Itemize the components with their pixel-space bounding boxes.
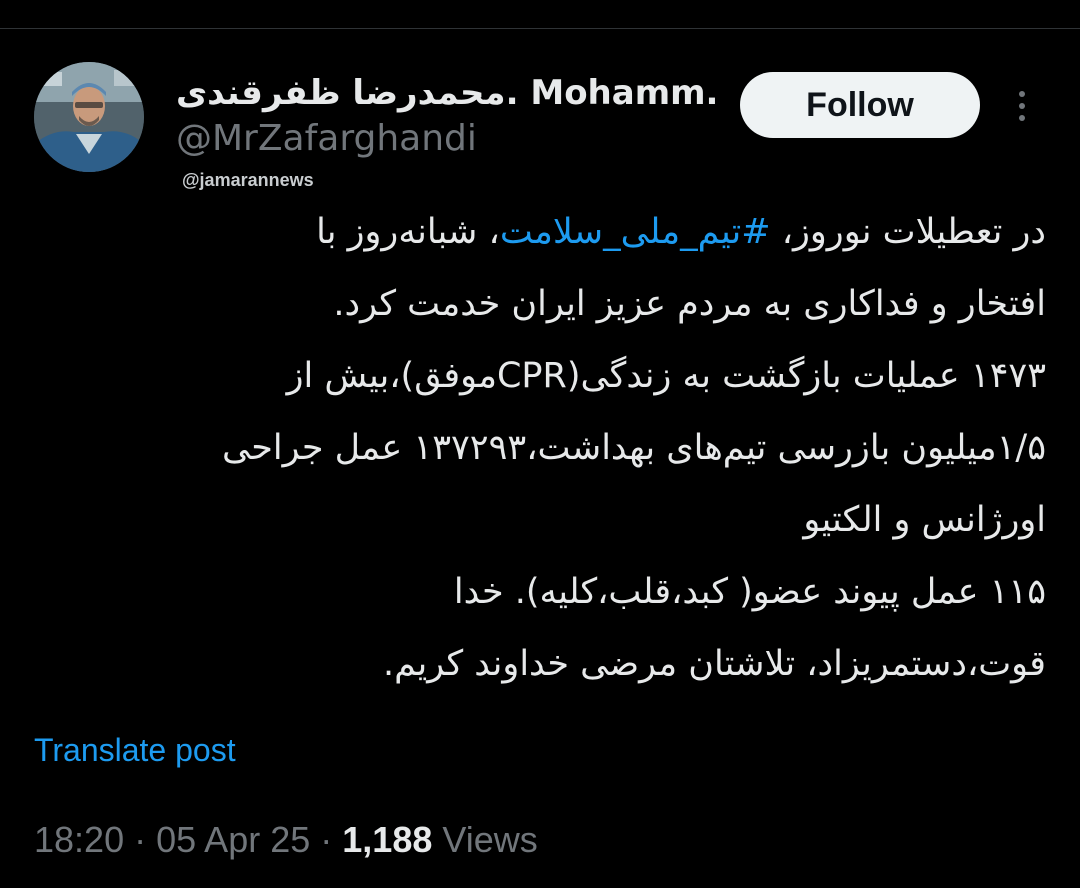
hashtag-link[interactable]: #تیم_ملی_سلامت [500,212,771,252]
tweet-line: در تعطیلات نوروز، #تیم_ملی_سلامت، شبانه‌… [34,196,1046,268]
more-options-icon[interactable] [1010,86,1034,126]
tweet-date[interactable]: 05 Apr 25 [156,819,310,860]
views-label: Views [442,819,538,860]
tweet-line: قوت،دستمریزاد، تلاشتان مرضی خداوند کریم. [383,644,1046,684]
tweet-line: ۱/۵میلیون بازرسی تیم‌های بهداشت،۱۳۷۲۹۳ ع… [222,428,1046,468]
meta-separator: · [134,819,147,860]
top-divider [0,28,1080,29]
tweet-line: ۱۱۵ عمل پیوند عضو( کبد،قلب،کلیه). خدا [453,572,1046,612]
tweet-time[interactable]: 18:20 [34,819,124,860]
avatar[interactable] [34,62,144,172]
follow-button[interactable]: Follow [740,72,980,138]
views-count[interactable]: 1,188 [342,819,432,860]
author-display-name[interactable]: محمدرضا ظفرقندی. Mohamm... [176,70,716,116]
tweet-text-segment: در تعطیلات نوروز، [770,212,1046,252]
avatar-photo [34,62,144,172]
watermark: @jamarannews [182,170,314,190]
tweet-line: اورژانس و الکتیو [803,500,1046,540]
tweet-text-segment: ، شبانه‌روز با [316,212,500,252]
tweet-metadata: 18:20 · 05 Apr 25 · 1,188 Views [34,816,538,864]
tweet-text: در تعطیلات نوروز، #تیم_ملی_سلامت، شبانه‌… [34,196,1046,700]
tweet-line: ۱۴۷۳ عملیات بازگشت به زندگی(CPRموفق)،بیش… [286,356,1046,396]
tweet-line: افتخار و فداکاری به مردم عزیز ایران خدمت… [333,284,1046,324]
meta-separator: · [320,819,333,860]
author-handle[interactable]: @MrZafarghandi [176,116,477,162]
translate-post-link[interactable]: Translate post [34,728,236,772]
